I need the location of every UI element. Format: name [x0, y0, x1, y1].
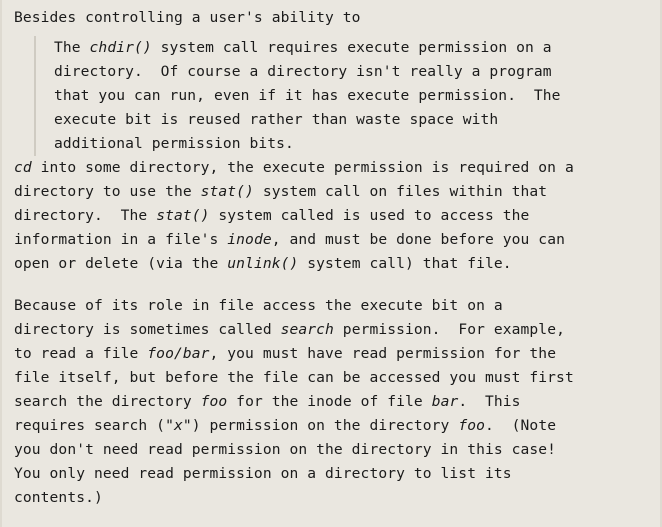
- inline-code-term: stat(): [200, 183, 254, 200]
- paragraph-search-permission: Because of its role in file access the e…: [14, 294, 646, 510]
- paragraph-intro: Besides controlling a user's ability to: [14, 9, 361, 26]
- inline-code-term: cd: [14, 159, 32, 176]
- text-run: system call) that file.: [298, 255, 512, 272]
- document-page: Besides controlling a user's ability to …: [0, 0, 662, 527]
- blockquote-chdir: The chdir() system call requires execute…: [34, 36, 646, 156]
- text-run: The: [54, 39, 90, 56]
- paragraph-cd-stat: cd into some directory, the execute perm…: [14, 156, 646, 276]
- text-run: for the inode of file: [227, 393, 432, 410]
- inline-code-term: x: [173, 417, 183, 434]
- inline-code-term: stat(): [156, 207, 210, 224]
- blockquote-wrapper: The chdir() system call requires execute…: [34, 36, 646, 156]
- text-run: ") permission on the directory: [182, 417, 459, 434]
- inline-code-term: inode: [227, 231, 272, 248]
- inline-code-term: chdir(): [89, 39, 152, 56]
- inline-code-term: foo: [458, 417, 485, 434]
- inline-code-term: unlink(): [227, 255, 299, 272]
- inline-code-term: foo: [200, 393, 228, 410]
- inline-code-term: bar: [431, 393, 459, 410]
- inline-code-term: search: [280, 321, 334, 338]
- inline-code-term: foo/bar: [147, 345, 210, 362]
